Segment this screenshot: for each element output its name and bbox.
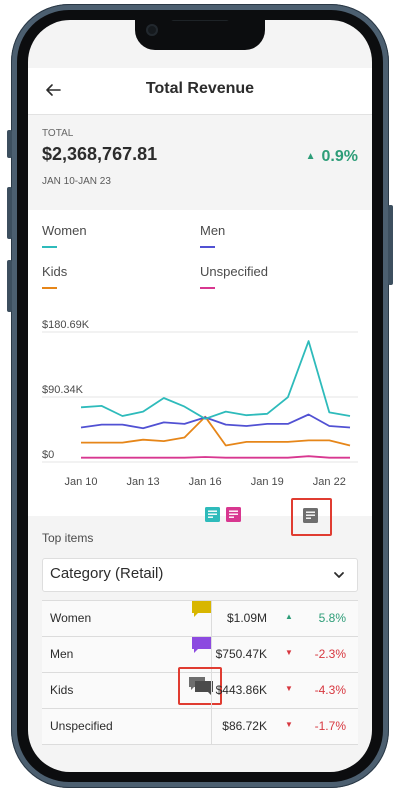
table-row[interactable]: Kids $443.86K ▼ -4.3% [42,667,358,709]
item-change: -4.3% [314,683,346,697]
front-camera [146,24,158,36]
top-items-table: Women $1.09M ▲ 5.8% Men $750.47K ▼ -2.3%… [42,600,358,745]
top-items-label: Top items [42,531,94,545]
summary-card: TOTAL $2,368,767.81 JAN 10-JAN 23 ▲ 0.9% [28,115,372,201]
y-tick-label: $180.69K [42,319,90,331]
item-name: Kids [50,683,74,697]
teal-annotation-icon[interactable] [205,507,220,522]
x-tick-label: Jan 10 [64,476,97,488]
x-tick-label: Jan 16 [189,476,222,488]
revenue-line-chart: $180.69K $90.34K $0 Jan 10 Jan 13 Jan 16 Jan 1… [42,319,358,488]
volume-down-button [7,260,12,312]
series-line-men [80,413,351,430]
column-divider [211,673,212,708]
category-dropdown[interactable]: Category (Retail) [42,558,358,592]
total-value: $2,368,767.81 [42,144,158,164]
trend-up-icon: ▲ [285,612,293,621]
phone-screen: Total Revenue TOTAL $2,368,767.81 JAN 10… [28,20,372,772]
total-label: TOTAL [42,128,74,139]
change-indicator: ▲ 0.9% [306,148,358,166]
item-change: 5.8% [318,611,346,625]
chevron-down-icon [334,572,344,578]
app-header: Total Revenue [28,68,372,114]
table-row[interactable]: Women $1.09M ▲ 5.8% [42,600,358,637]
trend-up-icon: ▲ [305,151,316,162]
speaker-grille [171,20,229,21]
item-name: Unspecified [50,719,113,733]
item-value: $750.47K [215,647,267,661]
column-divider [211,709,212,744]
mute-switch [7,130,12,158]
item-change: -1.7% [314,719,346,733]
item-name: Men [50,647,74,661]
table-row[interactable]: Unspecified $86.72K ▼ -1.7% [42,709,358,745]
dropdown-value: Category (Retail) [50,565,164,582]
volume-up-button [7,187,12,239]
trend-down-icon: ▼ [285,684,293,693]
item-change: -2.3% [314,647,346,661]
y-tick-label: $0 [42,449,54,461]
yellow-comment-flag-icon[interactable] [192,601,212,617]
phone-notch [135,20,265,50]
pink-annotation-icon[interactable] [226,507,241,522]
annotation-list-icon[interactable] [303,508,318,523]
x-tick-label: Jan 22 [313,476,346,488]
x-tick-label: Jan 13 [127,476,160,488]
item-name: Women [50,611,92,625]
x-tick-label: Jan 19 [251,476,284,488]
power-button [388,205,393,285]
change-value: 0.9% [321,148,358,165]
comments-icon[interactable] [189,677,213,695]
series-line-unspecified [81,455,350,459]
purple-comment-flag-icon[interactable] [192,637,212,653]
column-divider [211,601,212,636]
series-line-women [80,340,351,420]
item-value: $443.86K [215,683,267,697]
item-value: $86.72K [222,719,267,733]
item-value: $1.09M [226,611,267,625]
chart-card: Women Men Kids Unspecified $180.69K $90.3… [28,210,372,536]
page-title: Total Revenue [145,80,255,97]
trend-down-icon: ▼ [285,720,293,729]
date-range: JAN 10-JAN 23 [42,176,111,187]
trend-down-icon: ▼ [285,648,293,657]
y-tick-label: $90.34K [42,384,84,396]
